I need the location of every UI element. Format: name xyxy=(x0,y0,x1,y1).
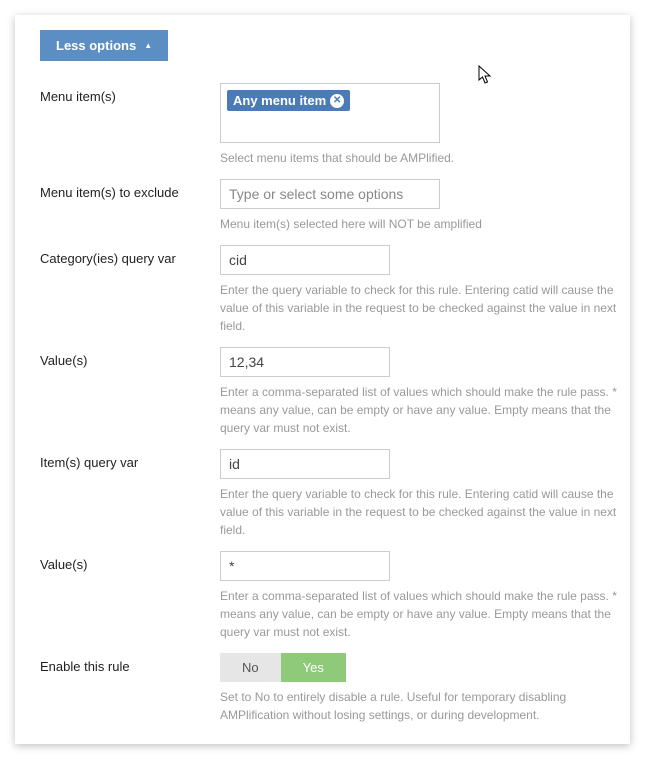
less-options-button[interactable]: Less options ▲ xyxy=(40,30,168,61)
row-item-values: Value(s) Enter a comma-separated list of… xyxy=(15,539,630,641)
close-icon[interactable]: ✕ xyxy=(330,94,344,108)
help-item-values: Enter a comma-separated list of values w… xyxy=(220,587,630,641)
label-category-values: Value(s) xyxy=(40,347,220,437)
row-category-query-var: Category(ies) query var Enter the query … xyxy=(15,233,630,335)
label-item-values: Value(s) xyxy=(40,551,220,641)
enable-rule-yes[interactable]: Yes xyxy=(281,653,346,682)
help-category-query-var: Enter the query variable to check for th… xyxy=(220,281,630,335)
menu-items-exclude-select[interactable]: Type or select some options xyxy=(220,179,440,209)
help-item-query-var: Enter the query variable to check for th… xyxy=(220,485,630,539)
item-query-var-input[interactable] xyxy=(220,449,390,479)
item-values-input[interactable] xyxy=(220,551,390,581)
row-enable-rule: Enable this rule No Yes Set to No to ent… xyxy=(15,641,630,724)
row-item-query-var: Item(s) query var Enter the query variab… xyxy=(15,437,630,539)
category-query-var-input[interactable] xyxy=(220,245,390,275)
label-item-query-var: Item(s) query var xyxy=(40,449,220,539)
label-enable-rule: Enable this rule xyxy=(40,653,220,724)
tag-any-menu-item[interactable]: Any menu item ✕ xyxy=(227,90,350,111)
label-menu-items-exclude: Menu item(s) to exclude xyxy=(40,179,220,233)
tag-label: Any menu item xyxy=(233,93,326,108)
menu-items-input[interactable]: Any menu item ✕ xyxy=(220,83,440,143)
settings-panel: Less options ▲ Menu item(s) Any menu ite… xyxy=(15,15,630,744)
label-category-query-var: Category(ies) query var xyxy=(40,245,220,335)
row-category-values: Value(s) Enter a comma-separated list of… xyxy=(15,335,630,437)
help-menu-items: Select menu items that should be AMPlifi… xyxy=(220,149,630,167)
category-values-input[interactable] xyxy=(220,347,390,377)
row-menu-items: Menu item(s) Any menu item ✕ Select menu… xyxy=(15,71,630,167)
help-category-values: Enter a comma-separated list of values w… xyxy=(220,383,630,437)
row-menu-items-exclude: Menu item(s) to exclude Type or select s… xyxy=(15,167,630,233)
less-options-label: Less options xyxy=(56,38,136,53)
label-menu-items: Menu item(s) xyxy=(40,83,220,167)
cursor-icon xyxy=(478,65,494,85)
help-menu-items-exclude: Menu item(s) selected here will NOT be a… xyxy=(220,215,630,233)
enable-rule-no[interactable]: No xyxy=(220,653,281,682)
enable-rule-toggle: No Yes xyxy=(220,653,346,682)
help-enable-rule: Set to No to entirely disable a rule. Us… xyxy=(220,688,630,724)
triangle-up-icon: ▲ xyxy=(144,41,152,50)
